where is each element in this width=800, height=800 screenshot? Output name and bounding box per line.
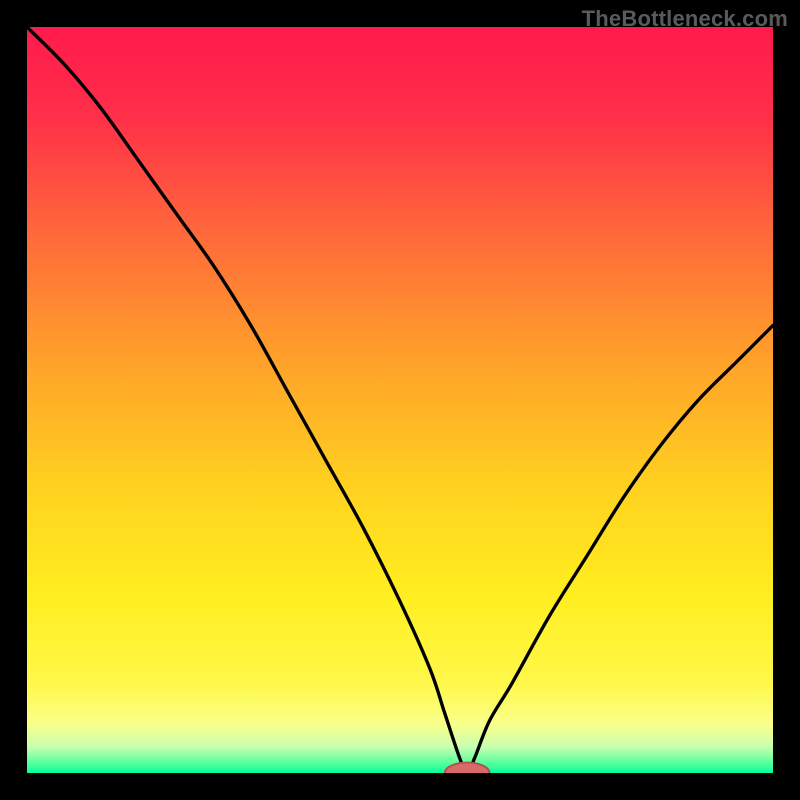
gradient-background xyxy=(27,27,773,773)
chart-frame: TheBottleneck.com xyxy=(0,0,800,800)
bottleneck-chart xyxy=(27,27,773,773)
plot-area xyxy=(27,27,773,773)
